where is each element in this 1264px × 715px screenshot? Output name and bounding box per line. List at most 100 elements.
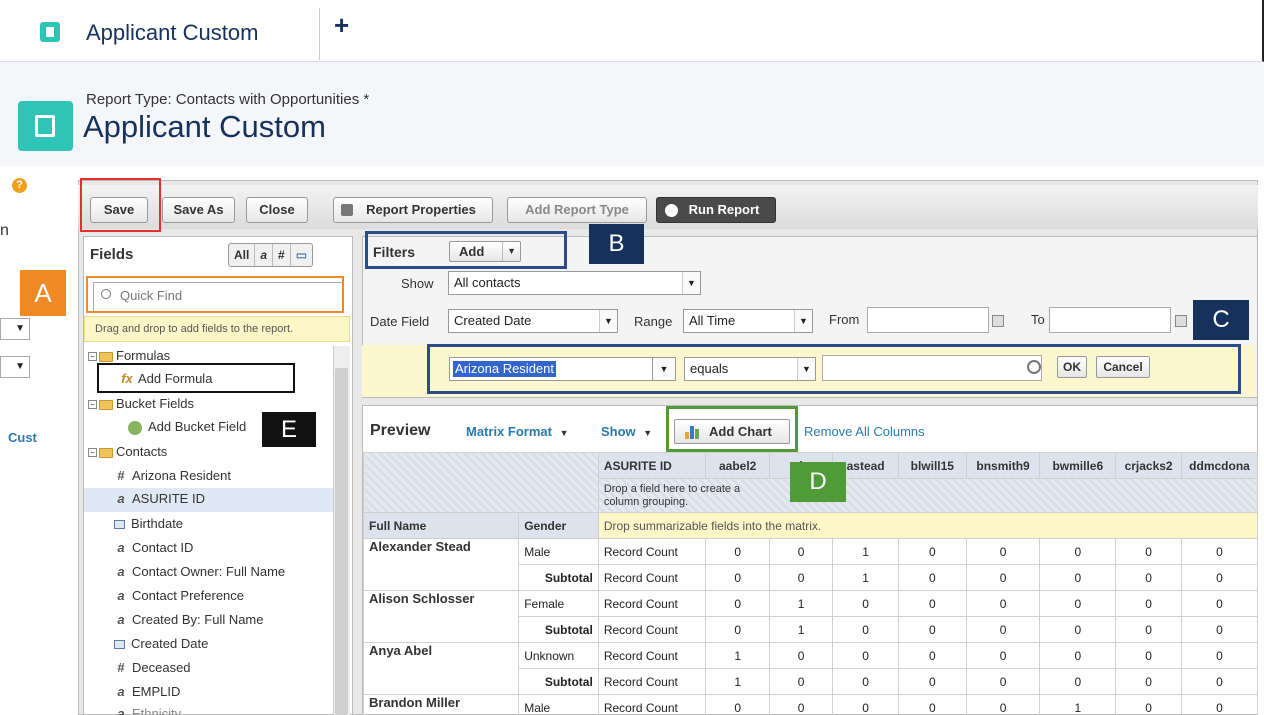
show-select[interactable]: All contacts ▼ — [448, 271, 701, 295]
field-item[interactable]: # Deceased — [114, 660, 190, 675]
matrix-cell: 0 — [1181, 538, 1258, 565]
tab-applicant-custom[interactable]: Applicant Custom — [30, 8, 320, 60]
row-gender: Male — [518, 538, 599, 565]
field-item[interactable]: Birthdate — [114, 516, 183, 531]
custom-link[interactable]: Cust — [8, 430, 37, 445]
matrix-cell: 0 — [769, 668, 834, 695]
chevron-down-icon: ▼ — [559, 428, 569, 438]
fields-title: Fields — [90, 246, 134, 263]
run-report-label: Run Report — [688, 202, 760, 217]
tree-folder-formulas[interactable]: − Formulas — [88, 348, 170, 363]
column-header: bnsmith9 — [965, 452, 1041, 479]
close-button[interactable]: Close — [246, 197, 308, 223]
field-item[interactable]: a Contact Owner: Full Name — [114, 564, 285, 579]
matrix-cell: 0 — [832, 668, 899, 695]
filter-date-button[interactable]: ▭ — [291, 244, 312, 266]
field-label: Ethnicity — [132, 706, 182, 715]
field-item[interactable]: a Contact ID — [114, 540, 193, 555]
tree-folder-bucket-fields[interactable]: − Bucket Fields — [88, 396, 194, 411]
number-field-icon: # — [117, 468, 125, 483]
matrix-cell: 0 — [1115, 642, 1183, 669]
date-field-select[interactable]: Created Date ▼ — [448, 309, 618, 333]
field-item[interactable]: a Ethnicity — [114, 706, 181, 715]
range-label: Range — [634, 314, 673, 329]
summary-drop-zone[interactable]: Drop summarizable fields into the matrix… — [597, 512, 1258, 539]
tree-folder-contacts[interactable]: − Contacts — [88, 444, 167, 459]
field-item[interactable]: a Created By: Full Name — [114, 612, 264, 627]
from-date-input[interactable] — [867, 307, 989, 333]
text-field-icon: a — [117, 540, 125, 555]
matrix-cell: 0 — [1181, 694, 1258, 715]
matrix-cell: 0 — [832, 694, 899, 715]
field-label: Birthdate — [131, 516, 184, 531]
collapsed-dropdown[interactable]: ▼ — [0, 356, 30, 378]
add-chart-highlight-box — [666, 406, 798, 452]
field-item[interactable]: a Contact Preference — [114, 588, 244, 603]
filter-text-button[interactable]: a — [255, 244, 274, 266]
to-date-input[interactable] — [1049, 307, 1171, 333]
field-type-filter: All a # ▭ — [228, 243, 314, 267]
help-icon[interactable]: ? — [12, 178, 27, 193]
field-item[interactable]: Created Date — [114, 636, 208, 651]
field-label: Contact Preference — [132, 588, 245, 603]
remove-all-columns-link[interactable]: Remove All Columns — [804, 424, 925, 439]
show-dropdown-label: Show — [601, 424, 636, 439]
add-report-type-button[interactable]: Add Report Type — [507, 197, 647, 223]
row-header-full-name: Full Name — [363, 512, 520, 539]
matrix-cell: 0 — [1039, 590, 1117, 617]
row-name: Anya Abel — [363, 642, 520, 695]
show-value: All contacts — [454, 275, 521, 290]
row-gender: Male — [518, 694, 599, 715]
subtotal-label: Subtotal — [518, 668, 599, 695]
scrollbar-thumb[interactable] — [335, 368, 348, 715]
field-item-selected[interactable]: a ASURITE ID — [84, 488, 334, 512]
row-gender: Female — [518, 590, 599, 617]
report-properties-button[interactable]: Report Properties — [333, 197, 493, 223]
field-label: EMPLID — [132, 684, 181, 699]
matrix-cell: 0 — [1181, 564, 1258, 591]
calendar-icon[interactable] — [992, 315, 1004, 327]
column-drop-zone[interactable]: Drop a field here to create a column gro… — [597, 478, 1258, 513]
folder-label: Bucket Fields — [116, 396, 195, 411]
matrix-cell: 0 — [1039, 538, 1117, 565]
metric-label: Record Count — [597, 590, 707, 617]
save-as-button[interactable]: Save As — [162, 197, 235, 223]
column-header: ddmcdona — [1181, 452, 1258, 479]
filter-number-button[interactable]: # — [273, 244, 291, 266]
folder-label: Formulas — [116, 348, 171, 363]
field-item[interactable]: # Arizona Resident — [114, 468, 231, 483]
annotation-b: B — [589, 224, 644, 264]
truncated-label: n — [0, 222, 9, 239]
metric-label: Record Count — [597, 694, 707, 715]
row-name: Alison Schlosser — [363, 590, 520, 643]
field-label: Created By: Full Name — [132, 612, 264, 627]
matrix-cell: 0 — [769, 538, 834, 565]
number-field-icon: # — [117, 660, 125, 675]
matrix-cell: 0 — [705, 538, 771, 565]
annotation-d: D — [790, 462, 846, 502]
table-row: Alexander Stead Male Record Count 0 0 1 0 0 0 0 0 — [363, 538, 1258, 591]
matrix-cell: 0 — [1181, 616, 1258, 643]
folder-icon — [99, 399, 113, 410]
collapsed-dropdown[interactable]: ▼ — [0, 318, 30, 340]
matrix-cell: 0 — [897, 538, 967, 565]
field-item[interactable]: a EMPLID — [114, 684, 180, 699]
tab-title: Applicant Custom — [86, 20, 259, 45]
matrix-cell: 1 — [1039, 694, 1117, 715]
table-row: Anya Abel Unknown Record Count 1 0 0 0 0 0 0 0 — [363, 642, 1258, 695]
show-dropdown[interactable]: Show ▼ — [601, 424, 652, 439]
add-bucket-field-item[interactable]: Add Bucket Field — [128, 419, 246, 435]
run-report-button[interactable]: Run Report — [656, 197, 776, 223]
field-label: Created Date — [131, 636, 209, 651]
calendar-icon[interactable] — [1175, 315, 1187, 327]
column-group-label: ASURITE ID — [597, 452, 707, 479]
add-tab-button[interactable]: + — [334, 10, 349, 41]
format-dropdown[interactable]: Matrix Format ▼ — [466, 424, 569, 439]
add-formula-highlight-box — [97, 363, 295, 393]
matrix-cell: 1 — [769, 590, 834, 617]
report-icon — [18, 101, 73, 151]
range-select[interactable]: All Time ▼ — [683, 309, 813, 333]
matrix-cell: 0 — [832, 590, 899, 617]
filter-all-button[interactable]: All — [229, 244, 256, 266]
properties-icon — [341, 204, 353, 216]
